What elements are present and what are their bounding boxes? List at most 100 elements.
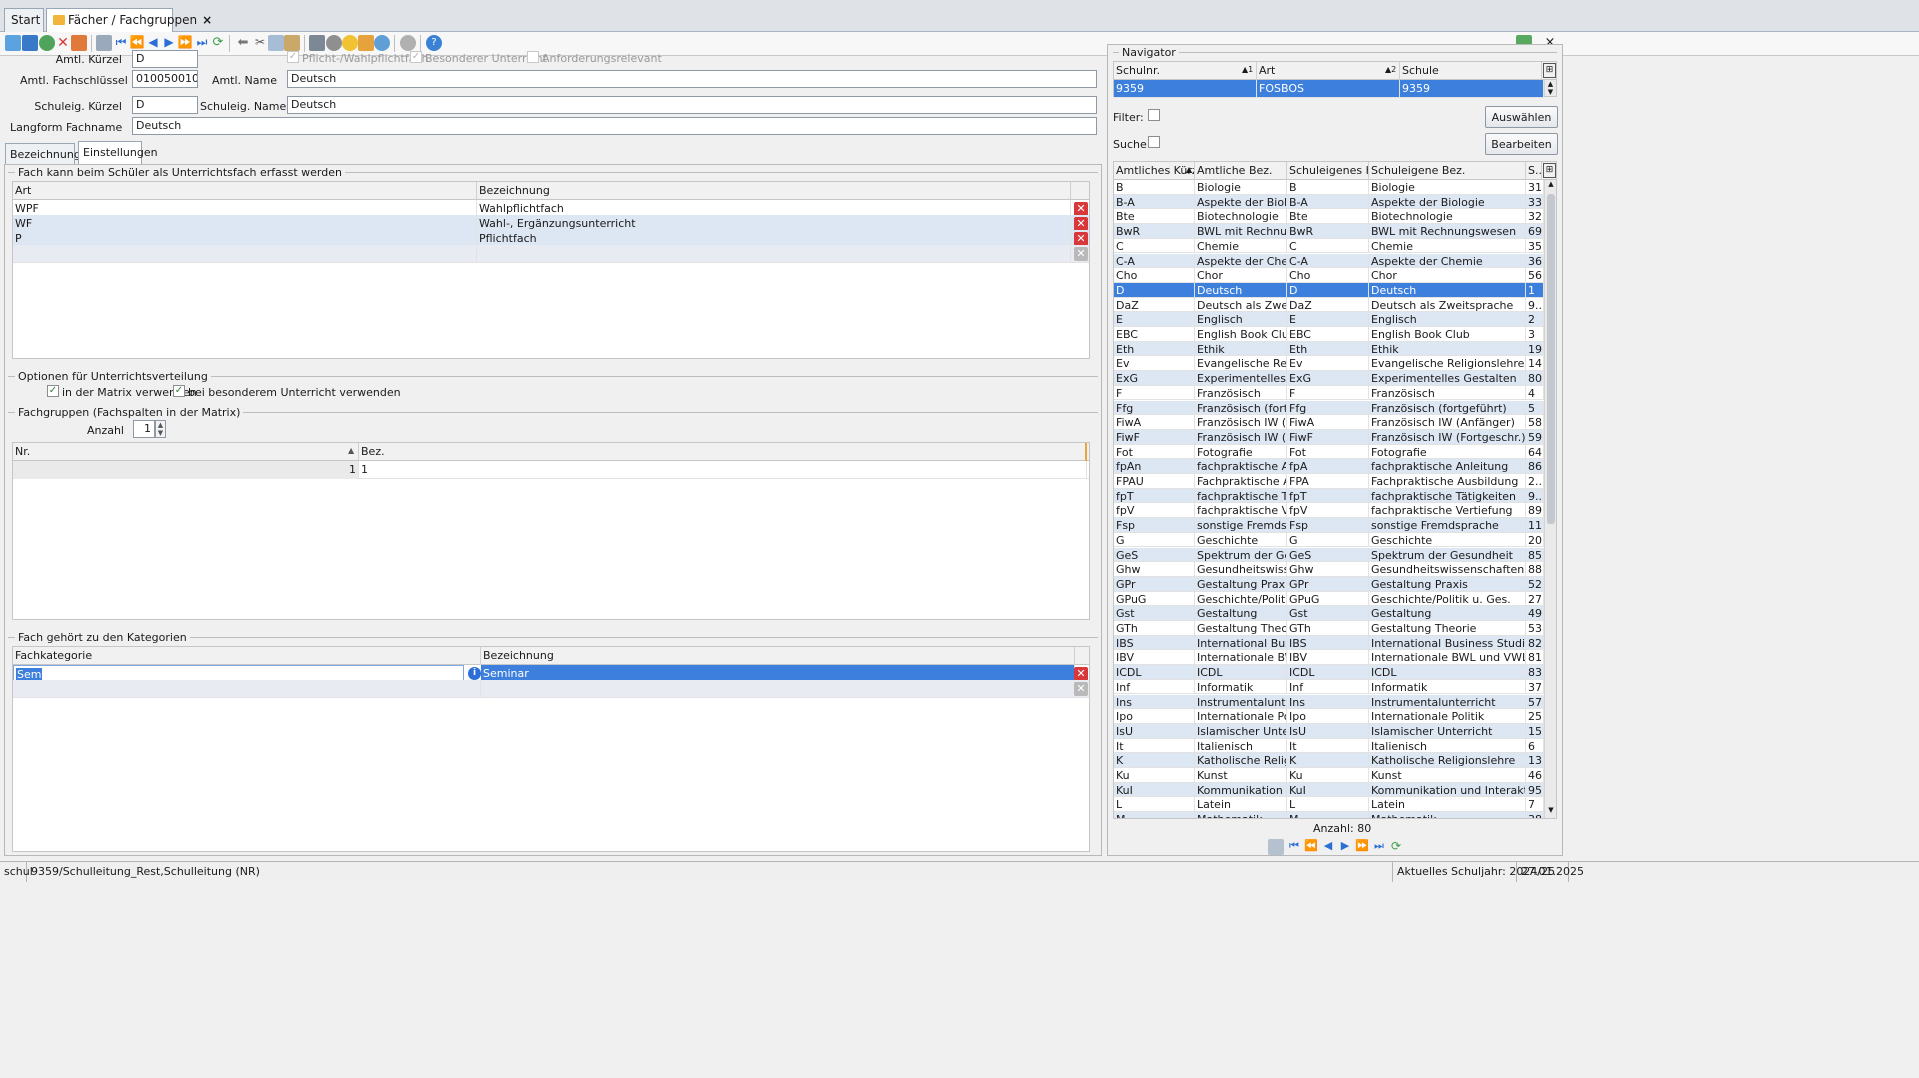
col-schuleig-bez[interactable]: Schuleigene Bez. [1369, 162, 1526, 180]
table-row[interactable]: Ku Kunst Ku Kunst 46 [1114, 768, 1544, 783]
table-row[interactable]: EBC English Book Club EBC English Book Club… [1114, 327, 1544, 342]
table-row[interactable]: L Latein L Latein 7 [1114, 797, 1544, 813]
list-scrollbar[interactable]: ▲ ▼ [1544, 180, 1556, 818]
amtl-name-field[interactable]: Deutsch [287, 70, 1097, 88]
school-scrollbar[interactable]: ▲ ▼ [1544, 80, 1556, 96]
amtl-kuerzel-field[interactable]: D [132, 50, 198, 68]
cell-bez[interactable]: 1 [359, 461, 1087, 479]
table-row[interactable]: IsUIslamischer UnterrichtIsUIslamischer … [1114, 723, 1544, 739]
table-row[interactable]: FfgFranzösisch (fortgef...FfgFranzösisch… [1114, 400, 1544, 416]
next-icon[interactable]: ▶ [161, 35, 177, 51]
table-row[interactable]: fpVfachpraktische Verti...fpVfachpraktis… [1114, 503, 1544, 519]
delete-row-icon[interactable]: ✕ [1074, 217, 1088, 231]
col-amtl-bez[interactable]: Amtliche Bez. [1195, 162, 1287, 180]
amtl-fachschluessel-field[interactable]: 0100500100 [132, 70, 198, 88]
col-amtl-kuerzel[interactable]: Amtliches Kürzel [1114, 162, 1195, 180]
back-icon[interactable]: ⬅ [235, 35, 251, 51]
besonderer-checkbox[interactable]: ✓ [410, 51, 422, 63]
stepper-arrows-icon[interactable]: ▲ ▼ [155, 420, 166, 438]
new-icon[interactable] [5, 35, 21, 51]
tab-bezeichnungen[interactable]: Bezeichnungen [5, 143, 95, 165]
next-page-icon[interactable]: ⏩ [177, 35, 193, 51]
delete-row-icon[interactable]: ✕ [1074, 247, 1088, 261]
scroll-up-icon[interactable]: ▲ [1545, 180, 1556, 192]
table-row[interactable]: Gst Gestaltung Gst Gestaltung 49 [1114, 606, 1544, 621]
table-row[interactable]: B-AAspekte der BiologieB-AAspekte der Bi… [1114, 194, 1544, 210]
table-row[interactable]: KKatholische Religio...KKatholische Reli… [1114, 753, 1544, 768]
table-row[interactable]: FiwAFranzösisch IW (Anf...FiwAFranzösisc… [1114, 415, 1544, 430]
table-row[interactable]: ICDL ICDL ICDL ICDL 83 [1114, 665, 1544, 680]
table-row[interactable]: Fspsonstige Fremdspra...Fspsonstige Frem… [1114, 518, 1544, 533]
cell-fachkategorie[interactable] [13, 680, 481, 698]
first-icon[interactable]: ⏮ [1286, 839, 1302, 855]
tab-einstellungen[interactable]: Einstellungen [78, 141, 158, 165]
anzahl-stepper[interactable]: 1 [133, 420, 155, 438]
copy-record-icon[interactable] [1268, 839, 1284, 855]
delete-row-icon[interactable]: ✕ [1074, 232, 1088, 246]
col-s[interactable]: S... [1526, 162, 1542, 180]
refresh-icon[interactable]: ⟳ [1388, 839, 1404, 855]
info-icon[interactable]: i [468, 667, 481, 680]
table-row[interactable]: B Biologie B Biologie 31 [1114, 180, 1544, 195]
table-row[interactable]: C Chemie C Chemie 35 [1114, 238, 1544, 254]
table-row[interactable]: BwRBWL mit Rechnung...BwRBWL mit Rechnun… [1114, 224, 1544, 239]
besonderem-checkbox[interactable]: ✓ [173, 385, 185, 397]
table-row[interactable]: GThGestaltung TheorieGThGestaltung Theor… [1114, 621, 1544, 636]
cut-icon[interactable]: ✂ [252, 35, 268, 51]
schuleig-name-field[interactable]: Deutsch [287, 96, 1097, 114]
table-row[interactable]: 9359 FOSBOS 9359 [1114, 80, 1544, 98]
table-row[interactable]: IBVInternationale BWL ...IBVInternationa… [1114, 650, 1544, 666]
table-row[interactable]: GeSSpektrum der Gesu...GeSSpektrum der G… [1114, 547, 1544, 563]
delete-row-icon[interactable]: ✕ [1074, 202, 1088, 216]
table-row[interactable]: IpoInternationale PolitikIpoInternationa… [1114, 709, 1544, 724]
langform-field[interactable]: Deutsch [132, 117, 1097, 135]
tab-faecher-close-icon[interactable]: × [202, 13, 212, 27]
col-schule[interactable]: Schule [1400, 62, 1542, 80]
table-row[interactable]: 1 1 [13, 461, 1089, 479]
table-row[interactable]: ExGExperimentelles Ges...ExGExperimentel… [1114, 371, 1544, 386]
auswaehlen-button[interactable]: Auswählen [1485, 106, 1558, 128]
table-row[interactable]: FiwFFranzösisch IW (For...FiwFFranzösisc… [1114, 429, 1544, 445]
tab-faecher[interactable]: Fächer / Fachgruppen × [46, 8, 212, 32]
copy-icon[interactable] [268, 35, 284, 51]
clear-icon[interactable] [358, 35, 374, 51]
cell-bezeichnung[interactable] [481, 680, 1075, 698]
table-row[interactable]: It Italienisch It Italienisch 6 [1114, 738, 1544, 754]
column-chooser-icon[interactable]: ⊞ [1543, 163, 1556, 178]
new-row[interactable]: ✕ [13, 245, 1089, 263]
matrix-checkbox[interactable]: ✓ [47, 385, 59, 397]
suche-checkbox[interactable] [1148, 136, 1160, 148]
help-icon[interactable]: ? [426, 35, 442, 51]
tab-start[interactable]: Start× [4, 8, 55, 32]
anforderung-checkbox[interactable] [527, 51, 539, 63]
export-icon[interactable] [326, 35, 342, 51]
table-row[interactable]: DaZDeutsch als Zweitsp...DaZDeutsch als … [1114, 297, 1544, 313]
table-row[interactable]: GPr Gestaltung Praxis GPr Gestaltung Praxis… [1114, 576, 1544, 592]
filter-checkbox[interactable] [1148, 109, 1160, 121]
col-schulnr[interactable]: Schulnr. [1114, 62, 1257, 80]
table-row[interactable]: InsInstrumentalunterri...InsInstrumental… [1114, 694, 1544, 710]
table-row[interactable]: GPuGGeschichte/Politik ...GPuGGeschichte… [1114, 591, 1544, 607]
undo-icon[interactable] [39, 35, 55, 51]
bulb-icon[interactable] [342, 35, 358, 51]
table-row[interactable]: Eth Ethik Eth Ethik 19 [1114, 341, 1544, 357]
next-page-icon[interactable]: ⏩ [1354, 839, 1370, 855]
last-icon[interactable]: ⏭ [1371, 839, 1387, 855]
table-row[interactable]: E Englisch E Englisch 2 [1114, 312, 1544, 327]
table-row[interactable]: G Geschichte G Geschichte 20 [1114, 532, 1544, 548]
prev-icon[interactable]: ◀ [1320, 839, 1336, 855]
table-row[interactable]: C-AAspekte der ChemieC-AAspekte der Chem… [1114, 253, 1544, 269]
bearbeiten-button[interactable]: Bearbeiten [1485, 133, 1558, 155]
print-icon[interactable] [309, 35, 325, 51]
prev-page-icon[interactable]: ⏪ [129, 35, 145, 51]
col-art[interactable]: Art [1257, 62, 1400, 80]
table-row[interactable]: Bte Biotechnologie Bte Biotechnologie 32 [1114, 209, 1544, 225]
next-icon[interactable]: ▶ [1337, 839, 1353, 855]
cell-bezeichnung[interactable] [477, 245, 1071, 263]
paste-icon[interactable] [284, 35, 300, 51]
column-chooser-icon[interactable]: ⊞ [1543, 63, 1556, 78]
table-row[interactable]: F Französisch F Französisch 4 [1114, 385, 1544, 401]
last-icon[interactable]: ⏭ [194, 35, 210, 51]
table-row[interactable]: Fot Fotografie Fot Fotografie 64 [1114, 444, 1544, 460]
col-nr[interactable]: Nr. [13, 443, 359, 461]
